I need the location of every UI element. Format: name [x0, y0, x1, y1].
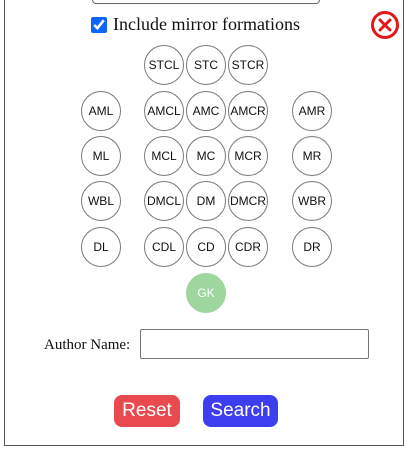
position-amcr[interactable]: AMCR [228, 91, 268, 131]
mirror-formations-option[interactable]: Include mirror formations [91, 14, 300, 35]
position-stcl[interactable]: STCL [144, 45, 184, 85]
mirror-formations-label: Include mirror formations [113, 14, 300, 34]
position-stc[interactable]: STC [186, 45, 226, 85]
position-wbl[interactable]: WBL [81, 181, 121, 221]
position-mc[interactable]: MC [186, 136, 226, 176]
position-dr[interactable]: DR [292, 227, 332, 267]
mirror-formations-checkbox[interactable] [91, 16, 107, 33]
top-dropdown-edge [92, 0, 320, 4]
author-name-label: Author Name: [44, 337, 131, 353]
position-stcr[interactable]: STCR [228, 45, 268, 85]
close-button[interactable] [371, 11, 399, 39]
position-ml[interactable]: ML [81, 136, 121, 176]
position-dl[interactable]: DL [81, 227, 121, 267]
position-dmcr[interactable]: DMCR [228, 181, 268, 221]
position-dmcl[interactable]: DMCL [144, 181, 184, 221]
position-amc[interactable]: AMC [186, 91, 226, 131]
position-aml[interactable]: AML [81, 91, 121, 131]
position-mr[interactable]: MR [292, 136, 332, 176]
position-cd[interactable]: CD [186, 227, 226, 267]
position-amcl[interactable]: AMCL [144, 91, 184, 131]
position-mcl[interactable]: MCL [144, 136, 184, 176]
position-mcr[interactable]: MCR [228, 136, 268, 176]
position-gk[interactable]: GK [186, 273, 226, 313]
close-x-circle-icon [378, 18, 392, 32]
position-cdl[interactable]: CDL [144, 227, 184, 267]
reset-button[interactable]: Reset [114, 395, 180, 427]
search-button[interactable]: Search [203, 395, 278, 427]
position-wbr[interactable]: WBR [292, 181, 332, 221]
author-name-input[interactable] [140, 329, 369, 359]
position-cdr[interactable]: CDR [228, 227, 268, 267]
position-amr[interactable]: AMR [292, 91, 332, 131]
position-dm[interactable]: DM [186, 181, 226, 221]
